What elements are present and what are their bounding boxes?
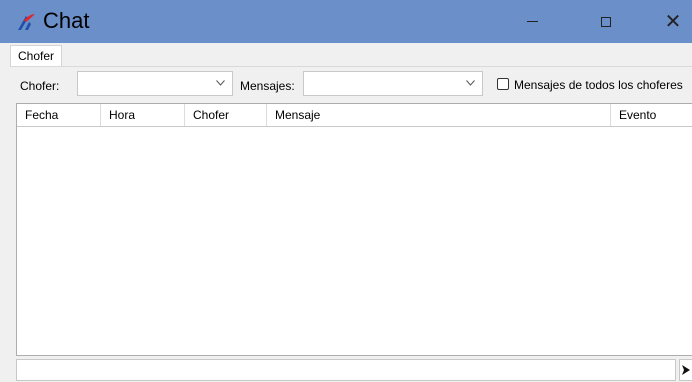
column-header-chofer[interactable]: Chofer (185, 104, 267, 126)
tab-chofer[interactable]: Chofer (10, 45, 63, 67)
send-button[interactable] (679, 359, 692, 381)
window-title: Chat (43, 8, 90, 33)
chofer-label: Chofer: (20, 79, 60, 93)
column-header-hora[interactable]: Hora (101, 104, 185, 126)
chevron-down-icon[interactable] (466, 80, 475, 86)
column-header-mensaje[interactable]: Mensaje (267, 104, 611, 126)
chevron-down-icon[interactable] (216, 80, 225, 86)
maximize-icon (601, 16, 611, 27)
chofer-select[interactable] (77, 71, 233, 96)
close-button[interactable]: ✕ (650, 0, 692, 43)
mensajes-label: Mensajes: (240, 79, 295, 93)
message-input[interactable] (16, 359, 676, 381)
messages-grid[interactable]: Fecha Hora Chofer Mensaje Evento (16, 103, 692, 356)
minimize-icon (526, 21, 538, 22)
column-header-fecha[interactable]: Fecha (17, 104, 101, 126)
mensajes-select[interactable] (303, 71, 483, 96)
column-header-evento[interactable]: Evento (611, 104, 692, 126)
send-arrow-icon (682, 365, 690, 375)
title-bar[interactable]: Chat ✕ (0, 0, 692, 43)
all-drivers-checkbox[interactable] (497, 78, 509, 90)
app-logo-icon (18, 14, 35, 30)
all-drivers-checkbox-label[interactable]: Mensajes de todos los choferes (514, 77, 683, 93)
tab-panel-border (10, 66, 692, 67)
minimize-button[interactable] (509, 0, 555, 43)
grid-header: Fecha Hora Chofer Mensaje Evento (17, 104, 692, 127)
maximize-button[interactable] (583, 0, 629, 43)
close-icon: ✕ (664, 11, 682, 33)
